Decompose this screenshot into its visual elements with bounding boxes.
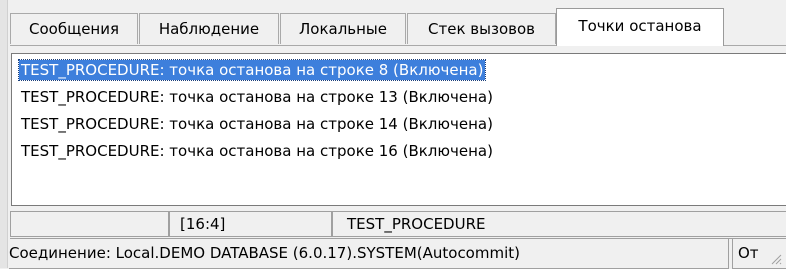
current-object-name: TEST_PROCEDURE <box>332 212 786 237</box>
connection-status: Соединение: Local.DEMO DATABASE (6.0.17)… <box>9 239 729 269</box>
app-status-bar: Соединение: Local.DEMO DATABASE (6.0.17)… <box>9 238 786 269</box>
breakpoint-item[interactable]: TEST_PROCEDURE: точка останова на строке… <box>12 138 786 165</box>
left-panel-edge <box>0 0 8 268</box>
breakpoint-item[interactable]: TEST_PROCEDURE: точка останова на строке… <box>12 57 786 84</box>
breakpoint-item[interactable]: TEST_PROCEDURE: точка останова на строке… <box>12 111 786 138</box>
tab-watch[interactable]: Наблюдение <box>139 13 279 44</box>
tab-call-stack[interactable]: Стек вызовов <box>407 13 556 44</box>
breakpoint-label: TEST_PROCEDURE: точка останова на строке… <box>21 115 493 133</box>
breakpoint-item[interactable]: TEST_PROCEDURE: точка останова на строке… <box>12 84 786 111</box>
tab-breakpoints[interactable]: Точки останова <box>556 8 724 46</box>
tab-messages[interactable]: Сообщения <box>10 13 138 44</box>
breakpoint-label: TEST_PROCEDURE: точка останова на строке… <box>17 59 487 81</box>
debug-tab-strip: Сообщения Наблюдение Локальные Стек вызо… <box>10 8 786 46</box>
breakpoint-label: TEST_PROCEDURE: точка останова на строке… <box>21 88 493 106</box>
breakpoints-list[interactable]: TEST_PROCEDURE: точка останова на строке… <box>11 53 786 206</box>
editor-status-bar: [16:4] TEST_PROCEDURE <box>10 211 786 237</box>
breakpoint-label: TEST_PROCEDURE: точка останова на строке… <box>21 142 493 160</box>
resize-grip-icon[interactable] <box>770 253 782 265</box>
tab-locals[interactable]: Локальные <box>280 13 406 44</box>
cursor-position: [16:4] <box>169 212 332 237</box>
status-panel-blank <box>10 212 169 237</box>
